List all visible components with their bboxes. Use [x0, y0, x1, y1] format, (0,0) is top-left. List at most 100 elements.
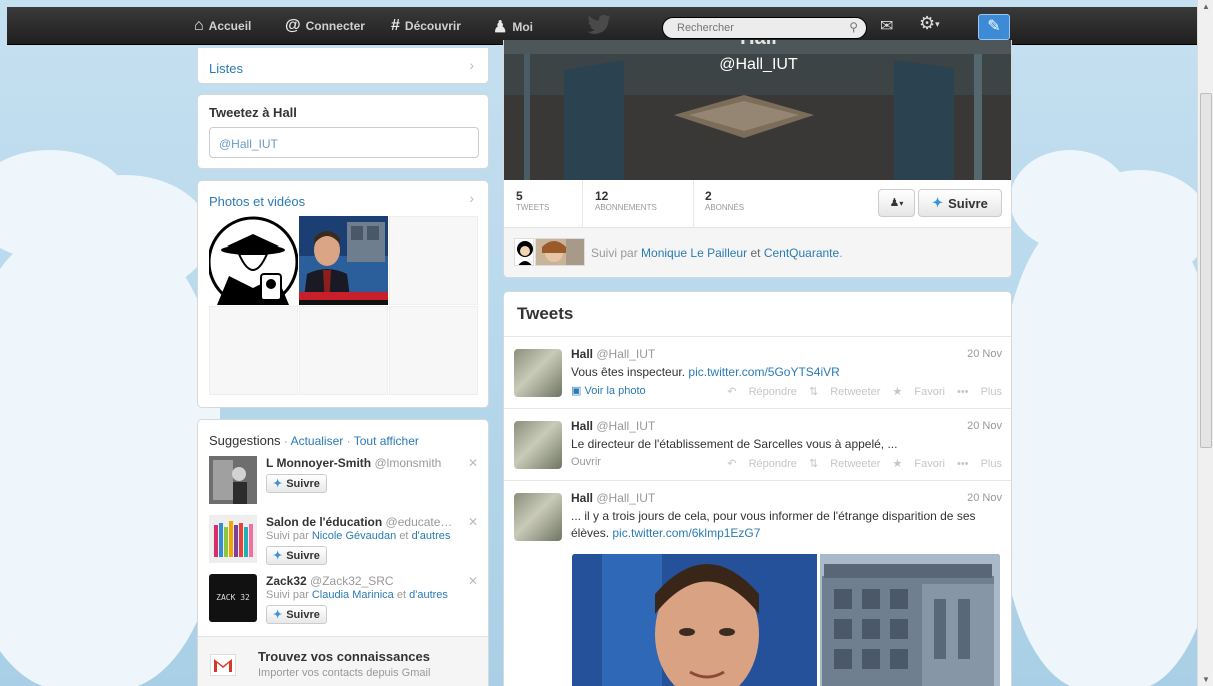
view-photo-link[interactable]: ▣ Voir la photo [571, 384, 646, 397]
dismiss-icon[interactable]: ✕ [468, 456, 478, 470]
photos-videos-link[interactable]: Photos et vidéos [209, 194, 305, 209]
tweet-text: Le directeur de l'établissement de Sarce… [571, 437, 898, 451]
tweets-heading: Tweets [517, 304, 574, 323]
search-icon[interactable]: ⚲ [849, 20, 858, 34]
favorite-action[interactable]: ★ Favori [892, 386, 944, 398]
tweet-item[interactable]: Hall @Hall_IUT 20 Nov ... il y a trois j… [504, 480, 1011, 686]
more-action[interactable]: ••• Plus [957, 386, 1002, 398]
tweet-item[interactable]: Hall @Hall_IUT 20 Nov Vous êtes inspecte… [504, 336, 1011, 408]
reply-action[interactable]: ↶ Répondre [727, 458, 797, 470]
tweet-author[interactable]: Hall @Hall_IUT [571, 347, 655, 361]
tweet-to-module: Tweetez à Hall @Hall_IUT [197, 94, 489, 169]
dismiss-icon[interactable]: ✕ [468, 574, 478, 588]
twitter-bird-icon: ✦ [273, 550, 283, 562]
suggestion-name[interactable]: L Monnoyer-Smith @lmonsmith [266, 456, 441, 470]
divider [693, 180, 694, 228]
stat-following[interactable]: 12 ABONNEMENTS [595, 189, 657, 212]
tweet-author[interactable]: Hall @Hall_IUT [571, 491, 655, 505]
followers-label: ABONNÉS [705, 203, 745, 212]
tweet-date[interactable]: 20 Nov [967, 492, 1002, 504]
twitter-bird-icon: ✦ [932, 195, 944, 210]
favorite-action[interactable]: ★ Favori [892, 458, 944, 470]
user-actions-dropdown-button[interactable]: ♟▾ [878, 189, 915, 217]
pencil-icon: ✎ [987, 18, 1001, 35]
follower-link[interactable]: Monique Le Pailleur [641, 246, 747, 260]
suggestion-followed-by: Suivi par Claudia Marinica et d'autres [266, 589, 448, 601]
follow-profile-button[interactable]: ✦ Suivre [918, 189, 1002, 217]
suggestions-module: Suggestions · Actualiser · Tout afficher… [197, 419, 489, 686]
reply-action[interactable]: ↶ Répondre [727, 386, 797, 398]
twitter-bird-logo[interactable] [587, 13, 613, 35]
settings-gear-icon[interactable]: ⚙▾ [919, 13, 940, 34]
show-all-suggestions-link[interactable]: Tout afficher [354, 434, 419, 448]
scroll-down-arrow-icon[interactable]: ▼ [1202, 675, 1210, 684]
follower-link[interactable]: CentQuarante [764, 246, 839, 260]
tweet-media-image[interactable] [572, 554, 1000, 686]
follow-button[interactable]: ✦ Suivre [266, 605, 327, 624]
avatar[interactable]: ZACK 32 [209, 574, 257, 622]
tweet-to-title: Tweetez à Hall [209, 105, 297, 120]
compose-tweet-button[interactable]: ✎ [978, 14, 1010, 40]
photo-thumbnail-inspector[interactable] [207, 216, 299, 308]
tweet-link[interactable]: pic.twitter.com/5GoYTS4iVR [688, 365, 839, 379]
suggestion-name[interactable]: Salon de l'éducation @educate… [266, 515, 452, 529]
scrollbar-thumb[interactable] [1200, 93, 1212, 448]
dismiss-icon[interactable]: ✕ [468, 515, 478, 529]
retweet-action[interactable]: ⇅ Retweeter [809, 458, 880, 470]
home-icon: ⌂ [194, 17, 204, 34]
open-tweet-link[interactable]: Ouvrir [571, 456, 601, 468]
suggestion-handle: @Zack32_SRC [310, 574, 394, 588]
others-link[interactable]: d'autres [412, 530, 451, 542]
photo-thumbnail-news-anchor[interactable] [299, 216, 388, 305]
stat-tweets[interactable]: 5 TWEETS [516, 189, 549, 212]
suggestion-handle: @educate… [385, 515, 453, 529]
nav-me-label: Moi [512, 20, 534, 34]
search-input[interactable] [663, 18, 833, 38]
chevron-right-icon: › [469, 190, 474, 206]
tweet-author[interactable]: Hall @Hall_IUT [571, 419, 655, 433]
tweet-to-input[interactable]: @Hall_IUT [209, 127, 479, 158]
find-friends-section[interactable]: Trouvez vos connaissances Importer vos c… [198, 636, 488, 686]
search-box[interactable]: ⚲ [662, 17, 867, 39]
stat-followers[interactable]: 2 ABONNÉS [705, 189, 744, 212]
followed-by-link[interactable]: Claudia Marinica [312, 589, 394, 601]
avatar-text: ZACK 32 [216, 593, 250, 602]
photo-thumbnail-empty [299, 306, 388, 395]
follower-avatar[interactable] [514, 238, 534, 266]
follow-button[interactable]: ✦ Suivre [266, 546, 327, 565]
nav-connect[interactable]: @ Connecter [285, 17, 365, 35]
others-link[interactable]: d'autres [409, 589, 448, 601]
at-icon: @ [285, 17, 301, 34]
follow-button[interactable]: ✦ Suivre [266, 474, 327, 493]
hashtag-icon: # [391, 17, 400, 34]
tweet-avatar[interactable] [514, 493, 562, 541]
scroll-up-arrow-icon[interactable]: ▲ [1202, 2, 1210, 11]
lists-module[interactable]: Listes › [197, 48, 489, 84]
avatar[interactable] [209, 515, 257, 563]
more-action[interactable]: ••• Plus [957, 458, 1002, 470]
suggestion-name[interactable]: Zack32 @Zack32_SRC [266, 574, 394, 588]
avatar[interactable] [209, 456, 257, 504]
tweet-item[interactable]: Hall @Hall_IUT 20 Nov Le directeur de l'… [504, 408, 1011, 480]
tweet-date[interactable]: 20 Nov [967, 348, 1002, 360]
tweet-avatar[interactable] [514, 349, 562, 397]
lists-link[interactable]: Listes [209, 61, 243, 76]
tweet-link[interactable]: pic.twitter.com/6klmp1EzG7 [612, 526, 760, 540]
refresh-suggestions-link[interactable]: Actualiser [291, 434, 344, 448]
photos-videos-module: Photos et vidéos › [197, 180, 489, 408]
retweet-action[interactable]: ⇅ Retweeter [809, 386, 880, 398]
nav-me[interactable]: ♟ Moi [493, 17, 533, 37]
nav-home[interactable]: ⌂ Accueil [194, 17, 251, 35]
nav-discover[interactable]: # Découvrir [391, 17, 461, 35]
messages-envelope-icon[interactable]: ✉ [880, 16, 893, 36]
tweet-date[interactable]: 20 Nov [967, 420, 1002, 432]
page-scrollbar[interactable]: ▲ ▼ [1197, 0, 1213, 686]
profile-handle: @Hall_IUT [719, 56, 798, 73]
photo-thumbnail-empty [209, 306, 298, 395]
tweet-actions: ↶ Répondre ⇅ Retweeter ★ Favori ••• Plus [718, 385, 1002, 398]
follower-avatar[interactable] [535, 238, 585, 266]
nav-connect-label: Connecter [305, 19, 365, 33]
tweet-avatar[interactable] [514, 421, 562, 469]
followed-by-link[interactable]: Nicole Gévaudan [312, 530, 396, 542]
chevron-down-icon: ▾ [935, 18, 940, 29]
